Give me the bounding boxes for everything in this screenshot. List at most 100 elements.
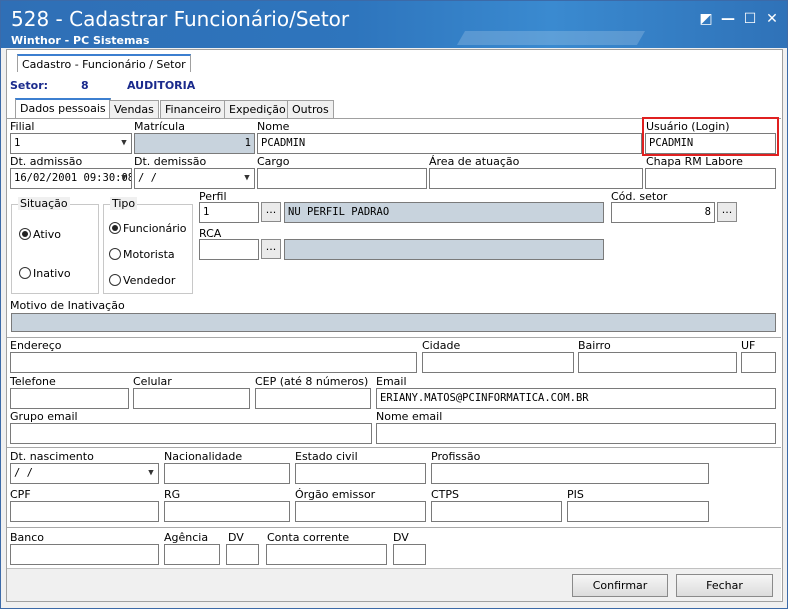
grupo-email-field[interactable] bbox=[10, 423, 372, 444]
nome-email-field[interactable] bbox=[376, 423, 776, 444]
tab-vendas[interactable]: Vendas bbox=[109, 100, 159, 118]
chapa-field[interactable] bbox=[645, 168, 776, 189]
fechar-button[interactable]: Fechar bbox=[676, 574, 773, 597]
perfil-code-field[interactable]: 1 bbox=[199, 202, 259, 223]
estado-civil-label: Estado civil bbox=[295, 450, 358, 463]
conta-corrente-field[interactable] bbox=[266, 544, 387, 565]
dv1-field[interactable] bbox=[226, 544, 259, 565]
cargo-field[interactable] bbox=[257, 168, 427, 189]
nome-email-label: Nome email bbox=[376, 410, 443, 423]
banco-label: Banco bbox=[10, 531, 45, 544]
conta-corrente-label: Conta corrente bbox=[267, 531, 350, 544]
tab-financeiro[interactable]: Financeiro bbox=[160, 100, 227, 118]
radio-inativo[interactable]: Inativo bbox=[19, 267, 71, 280]
minimize-button[interactable]: — bbox=[717, 9, 739, 29]
title-bar[interactable]: 528 - Cadastrar Funcionário/Setor Wintho… bbox=[1, 1, 787, 48]
cod-setor-field[interactable]: 8 bbox=[611, 202, 715, 223]
radio-unchecked-icon bbox=[109, 248, 121, 260]
dt-nascimento-field[interactable]: / / ▼ bbox=[10, 463, 159, 484]
dv2-label: DV bbox=[393, 531, 409, 544]
tab-outros[interactable]: Outros bbox=[287, 100, 334, 118]
bairro-field[interactable] bbox=[578, 352, 737, 373]
cpf-field[interactable] bbox=[10, 501, 159, 522]
window-title: 528 - Cadastrar Funcionário/Setor bbox=[11, 7, 350, 31]
motivo-field bbox=[11, 313, 776, 332]
nome-label: Nome bbox=[257, 120, 290, 133]
rg-field[interactable] bbox=[164, 501, 290, 522]
email-field[interactable]: ERIANY.MATOS@PCINFORMATICA.COM.BR bbox=[376, 388, 776, 409]
uf-field[interactable] bbox=[741, 352, 776, 373]
dt-admissao-label: Dt. admissão bbox=[10, 155, 83, 168]
perfil-search-button[interactable]: ... bbox=[261, 202, 281, 222]
application-window: 528 - Cadastrar Funcionário/Setor Wintho… bbox=[0, 0, 788, 609]
situacao-label: Situação bbox=[18, 197, 70, 210]
dt-admissao-field[interactable]: 16/02/2001 09:30:08 ▼ bbox=[10, 168, 132, 189]
filial-value: 1 bbox=[14, 137, 21, 149]
radio-motorista-label: Motorista bbox=[123, 248, 175, 261]
radio-ativo-label: Ativo bbox=[33, 228, 61, 241]
setor-name: AUDITORIA bbox=[127, 79, 196, 92]
matricula-field: 1 bbox=[134, 133, 255, 154]
banco-field[interactable] bbox=[10, 544, 159, 565]
pis-field[interactable] bbox=[567, 501, 709, 522]
rg-label: RG bbox=[164, 488, 181, 501]
nacionalidade-field[interactable] bbox=[164, 463, 290, 484]
chevron-down-icon[interactable]: ▼ bbox=[117, 134, 131, 153]
filial-select[interactable]: 1 ▼ bbox=[10, 133, 132, 154]
chevron-down-icon[interactable]: ▼ bbox=[144, 464, 158, 483]
tab-expedicao[interactable]: Expedição bbox=[224, 100, 291, 118]
divider bbox=[7, 447, 781, 448]
highlight-box bbox=[642, 117, 779, 156]
cidade-label: Cidade bbox=[422, 339, 461, 352]
bairro-label: Bairro bbox=[578, 339, 611, 352]
orgao-emissor-field[interactable] bbox=[295, 501, 426, 522]
nome-field[interactable]: PCADMIN bbox=[257, 133, 642, 154]
chevron-down-icon[interactable]: ▼ bbox=[240, 169, 254, 188]
window-subtitle: Winthor - PC Sistemas bbox=[11, 34, 150, 47]
celular-field[interactable] bbox=[133, 388, 250, 409]
motivo-label: Motivo de Inativação bbox=[10, 299, 125, 312]
cep-field[interactable] bbox=[255, 388, 371, 409]
cpf-label: CPF bbox=[10, 488, 31, 501]
tab-dados-pessoais[interactable]: Dados pessoais bbox=[15, 98, 111, 119]
cod-setor-search-button[interactable]: ... bbox=[717, 202, 737, 222]
restore-icon[interactable]: ◩ bbox=[695, 9, 717, 29]
dv2-field[interactable] bbox=[393, 544, 426, 565]
endereco-label: Endereço bbox=[10, 339, 62, 352]
orgao-emissor-label: Órgão emissor bbox=[295, 488, 376, 501]
area-atuacao-label: Área de atuação bbox=[429, 155, 520, 168]
agencia-field[interactable] bbox=[164, 544, 220, 565]
agencia-label: Agência bbox=[164, 531, 209, 544]
radio-checked-icon bbox=[19, 228, 31, 240]
radio-vendedor[interactable]: Vendedor bbox=[109, 274, 175, 287]
radio-funcionario[interactable]: Funcionário bbox=[109, 222, 187, 235]
close-button[interactable]: ✕ bbox=[761, 9, 783, 29]
telefone-field[interactable] bbox=[10, 388, 129, 409]
chevron-down-icon[interactable]: ▼ bbox=[117, 169, 131, 188]
dt-admissao-value: 16/02/2001 09:30:08 bbox=[14, 172, 132, 184]
email-label: Email bbox=[376, 375, 407, 388]
dt-nascimento-value: / / bbox=[14, 467, 33, 479]
cidade-field[interactable] bbox=[422, 352, 574, 373]
estado-civil-field[interactable] bbox=[295, 463, 426, 484]
celular-label: Celular bbox=[133, 375, 172, 388]
maximize-button[interactable]: ☐ bbox=[739, 9, 761, 29]
cep-label: CEP (até 8 números) bbox=[255, 375, 369, 388]
dt-demissao-field[interactable]: / / ▼ bbox=[134, 168, 255, 189]
rca-code-field[interactable] bbox=[199, 239, 259, 260]
uf-label: UF bbox=[741, 339, 756, 352]
matricula-label: Matrícula bbox=[134, 120, 185, 133]
confirmar-button[interactable]: Confirmar bbox=[572, 574, 668, 597]
ctps-field[interactable] bbox=[431, 501, 562, 522]
area-atuacao-field[interactable] bbox=[429, 168, 643, 189]
radio-motorista[interactable]: Motorista bbox=[109, 248, 175, 261]
rca-search-button[interactable]: ... bbox=[261, 239, 281, 259]
endereco-field[interactable] bbox=[10, 352, 417, 373]
rca-description bbox=[284, 239, 604, 260]
tab-cadastro[interactable]: Cadastro - Funcionário / Setor bbox=[17, 54, 191, 72]
divider bbox=[7, 527, 781, 528]
nacionalidade-label: Nacionalidade bbox=[164, 450, 243, 463]
radio-ativo[interactable]: Ativo bbox=[19, 228, 61, 241]
profissao-field[interactable] bbox=[431, 463, 709, 484]
telefone-label: Telefone bbox=[10, 375, 56, 388]
